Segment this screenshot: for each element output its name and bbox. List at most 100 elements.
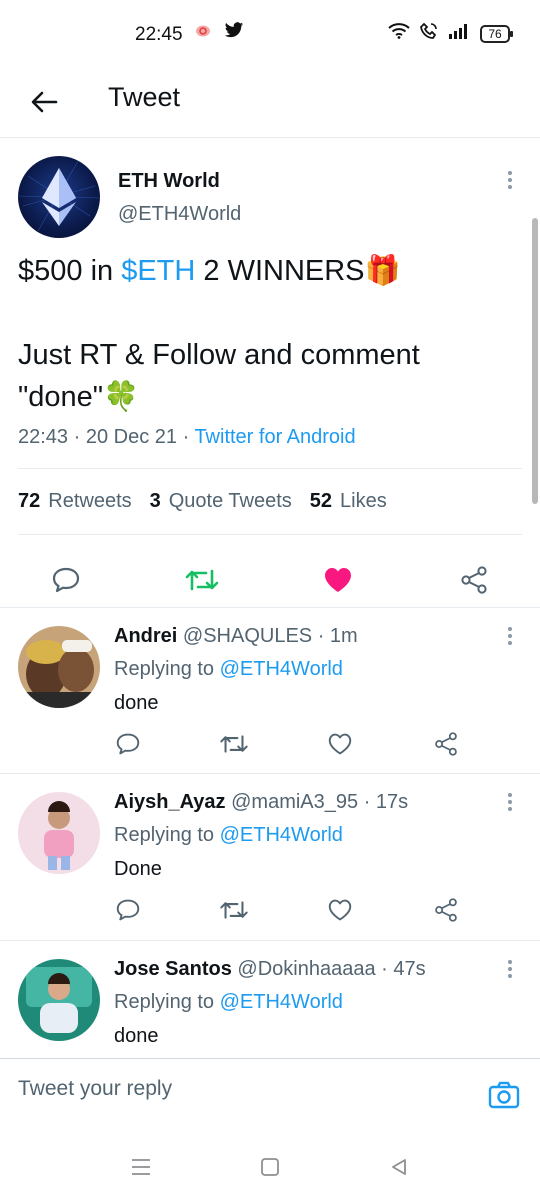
replying-label: Replying to [114,991,215,1013]
replying-label: Replying to [114,824,215,846]
reply-tweet[interactable]: Jose Santos @Dokinhaaaaa · 47s Replying … [0,940,540,1058]
mention-link[interactable]: @ETH4World [220,824,343,846]
cashtag-link[interactable]: $ETH [121,255,195,287]
battery-icon: 76 [480,24,513,43]
ethereum-logo-icon [18,160,100,232]
menu-nav-button[interactable] [126,1152,156,1182]
square-icon [261,1158,279,1176]
arrow-left-icon [31,91,58,113]
scrollbar[interactable] [532,218,538,504]
twitter-bird-icon [224,22,244,44]
tweet-stats: 72 Retweets 3 Quote Tweets 52 Likes [18,490,387,513]
camera-icon [488,1081,520,1109]
comment-icon [116,899,140,921]
reply-header: Aiysh_Ayaz @mamiA3_95 · 17s [114,791,409,813]
reply-header: Jose Santos @Dokinhaaaaa · 47s [114,958,426,980]
top-app-bar: Tweet [0,68,540,138]
retweet-button[interactable] [216,726,252,762]
reply-author-name[interactable]: Jose Santos [114,958,232,980]
reply-tweet[interactable]: Aiysh_Ayaz @mamiA3_95 · 17s Replying to … [0,773,540,940]
more-options-icon[interactable] [498,790,522,814]
page-title: Tweet [108,82,181,112]
more-options-icon[interactable] [498,624,522,648]
reply-author-name[interactable]: Aiysh_Ayaz [114,791,226,813]
more-options-icon[interactable] [498,957,522,981]
retweet-icon [220,901,248,919]
reply-button[interactable] [110,892,146,928]
author-handle[interactable]: @ETH4World [118,203,241,226]
heart-outline-icon [328,733,352,755]
menu-icon [132,1159,150,1175]
status-icons-left [194,22,244,44]
share-icon [435,898,457,922]
like-button[interactable] [318,560,358,600]
reply-time: 1m [329,625,358,647]
status-time: 22:45 [135,24,183,45]
share-button[interactable] [454,560,494,600]
reply-author-name[interactable]: Andrei [114,625,177,647]
share-button[interactable] [428,892,464,928]
quotes-count: 3 [149,490,161,512]
tweet-actions [0,548,540,608]
retweets-stat[interactable]: 72 Retweets [18,490,132,513]
author-name[interactable]: ETH World [118,170,220,193]
reply-time: 17s [375,791,409,813]
retweets-label: Retweets [48,490,132,512]
retweet-button[interactable] [182,560,222,600]
home-nav-button[interactable] [255,1152,285,1182]
tweet-source-link[interactable]: Twitter for Android [194,426,355,448]
replying-to: Replying to @ETH4World [114,991,343,1014]
retweet-icon [185,569,219,591]
heart-filled-icon [325,568,351,592]
reply-actions [108,892,468,928]
back-button[interactable] [22,80,66,124]
retweets-count: 72 [18,490,41,512]
mention-link[interactable]: @ETH4World [220,658,343,680]
reply-input[interactable] [18,1077,438,1101]
signal-icon [448,23,470,44]
tweet-text: $500 in $ETH 2 WINNERS🎁 Just RT & Follow… [18,250,518,418]
reply-button[interactable] [110,726,146,762]
divider [18,534,522,535]
share-icon [461,566,487,594]
comment-icon [116,733,140,755]
tweet-text-line1-pre: $500 in [18,255,122,287]
tweet-timestamp: 22:43 · 20 Dec 21 · Twitter for Android [18,426,356,448]
author-avatar[interactable] [18,156,100,238]
retweet-icon [220,735,248,753]
notification-icon [194,24,212,43]
reply-author-handle[interactable]: @SHAQULES [183,625,312,647]
likes-stat[interactable]: 52 Likes [310,490,387,513]
share-button[interactable] [428,726,464,762]
tweet-text-line1-post: 2 WINNERS🎁 [195,255,401,287]
replying-to: Replying to @ETH4World [114,824,343,847]
triangle-back-icon [392,1159,406,1175]
tweet-text-line2: Just RT & Follow and comment "done"🍀 [18,339,420,413]
reply-avatar[interactable] [18,959,100,1041]
reply-actions [108,726,468,762]
reply-avatar[interactable] [18,792,100,874]
call-icon [420,22,438,45]
comment-icon [52,567,80,593]
replying-label: Replying to [114,658,215,680]
like-button[interactable] [322,726,358,762]
retweet-button[interactable] [216,892,252,928]
mention-link[interactable]: @ETH4World [220,991,343,1013]
camera-button[interactable] [486,1077,522,1113]
reply-avatar[interactable] [18,626,100,708]
wifi-icon [388,23,410,44]
heart-outline-icon [328,899,352,921]
reply-author-handle[interactable]: @Dokinhaaaaa [237,958,375,980]
system-nav-bar [0,1128,540,1200]
quotes-stat[interactable]: 3 Quote Tweets [150,490,292,513]
reply-tweet[interactable]: Andrei @SHAQULES · 1m Replying to @ETH4W… [0,607,540,774]
back-nav-button[interactable] [384,1152,414,1182]
likes-label: Likes [340,490,387,512]
more-options-icon[interactable] [498,168,522,192]
likes-count: 52 [309,490,333,512]
reply-time: 47s [393,958,426,980]
like-button[interactable] [322,892,358,928]
share-icon [435,732,457,756]
reply-author-handle[interactable]: @mamiA3_95 [231,791,358,813]
reply-button[interactable] [46,560,86,600]
